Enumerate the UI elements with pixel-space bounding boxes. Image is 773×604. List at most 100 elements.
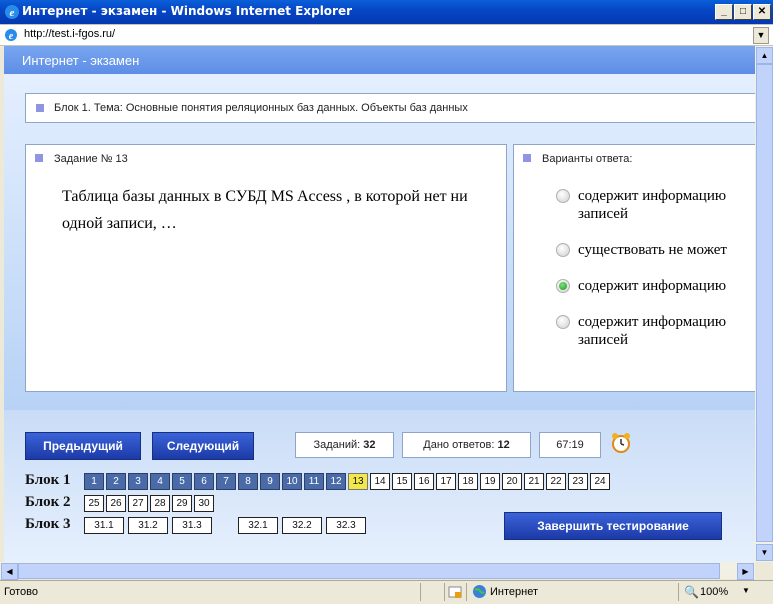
horizontal-scrollbar[interactable]: ◀ ▶	[0, 562, 755, 580]
task-nav-cell[interactable]: 1	[84, 473, 104, 490]
answers-panel: Варианты ответа: содержит информацию запи…	[513, 144, 755, 392]
task-nav-cell[interactable]: 22	[546, 473, 566, 490]
task-nav-cell[interactable]: 31.2	[128, 517, 168, 534]
scroll-up-icon[interactable]: ▲	[756, 47, 773, 64]
block-title-box: Блок 1. Тема: Основные понятия реляционн…	[25, 93, 755, 123]
page-header: Интернет - экзамен	[4, 46, 755, 74]
task-nav-cell[interactable]: 8	[238, 473, 258, 490]
finish-test-button[interactable]: Завершить тестирование	[504, 512, 722, 540]
prev-button[interactable]: Предыдущий	[25, 432, 141, 460]
task-label: Задание № 13	[54, 153, 128, 165]
internet-zone-icon	[473, 585, 486, 598]
task-nav-cell[interactable]: 6	[194, 473, 214, 490]
task-nav-cell[interactable]: 18	[458, 473, 478, 490]
timer: 67:19	[539, 432, 601, 458]
answer-option-2[interactable]: существовать не может	[556, 241, 755, 259]
bullet-icon	[35, 154, 43, 162]
answer-text: содержит информацию	[578, 278, 727, 294]
tasks-count: 32	[363, 439, 376, 451]
task-nav-cell[interactable]: 28	[150, 495, 170, 512]
task-nav-cell[interactable]: 27	[128, 495, 148, 512]
task-nav-cell[interactable]: 9	[260, 473, 280, 490]
page-icon: e	[5, 29, 17, 42]
block2-label: Блок 2	[25, 494, 71, 510]
answer-option-4[interactable]: содержит информацию записей	[556, 313, 755, 349]
radio-button-selected[interactable]	[556, 279, 570, 293]
task-nav-cell[interactable]: 29	[172, 495, 192, 512]
task-nav-cell[interactable]: 32.2	[282, 517, 322, 534]
task-nav-cell[interactable]: 3	[128, 473, 148, 490]
task-nav-cell[interactable]: 16	[414, 473, 434, 490]
task-nav-cell[interactable]: 14	[370, 473, 390, 490]
svg-text:e: e	[9, 31, 14, 42]
answers-count-box: Дано ответов: 12	[402, 432, 531, 458]
zone-label: Интернет	[490, 586, 538, 598]
task-nav-cell[interactable]: 31.1	[84, 517, 124, 534]
status-bar: Готово Интернет 🔍 100% ▼	[0, 580, 773, 604]
task-nav-cell[interactable]: 13	[348, 473, 368, 490]
scroll-down-icon[interactable]: ▼	[756, 544, 773, 561]
address-url[interactable]: http://test.i-fgos.ru/	[24, 28, 115, 40]
task-nav-cell[interactable]: 2	[106, 473, 126, 490]
divider	[466, 583, 467, 601]
radio-button[interactable]	[556, 189, 570, 203]
close-button[interactable]: ✕	[753, 4, 771, 20]
task-nav-cell[interactable]: 15	[392, 473, 412, 490]
minimize-button[interactable]: _	[715, 4, 733, 20]
browser-window: e Интернет - экзамен - Windows Internet …	[0, 0, 773, 604]
scroll-left-icon[interactable]: ◀	[1, 563, 18, 580]
answers-given-label: Дано ответов:	[423, 439, 495, 451]
status-text: Готово	[4, 586, 38, 598]
task-nav-cell[interactable]: 32.3	[326, 517, 366, 534]
task-nav-cell[interactable]: 23	[568, 473, 588, 490]
zoom-level[interactable]: 100%	[700, 586, 728, 598]
task-nav-cell[interactable]: 24	[590, 473, 610, 490]
protected-mode-icon	[448, 586, 462, 598]
address-bar[interactable]: e http://test.i-fgos.ru/ ▼	[0, 24, 773, 46]
zoom-dropdown-icon[interactable]: ▼	[742, 586, 750, 595]
task-nav-cell[interactable]: 19	[480, 473, 500, 490]
radio-button[interactable]	[556, 243, 570, 257]
answer-option-1[interactable]: содержит информацию записей	[556, 187, 755, 223]
block3-label: Блок 3	[25, 516, 71, 532]
scroll-right-icon[interactable]: ▶	[737, 563, 754, 580]
task-nav-cell[interactable]: 4	[150, 473, 170, 490]
task-nav-cell[interactable]: 21	[524, 473, 544, 490]
alarm-clock-icon	[612, 433, 630, 453]
page-title: Интернет - экзамен	[22, 53, 140, 68]
answer-option-3[interactable]: содержит информацию	[556, 277, 755, 295]
task-nav-cell[interactable]: 32.1	[238, 517, 278, 534]
bullet-icon	[523, 154, 531, 162]
divider	[678, 583, 679, 601]
task-nav-cell[interactable]: 17	[436, 473, 456, 490]
task-nav-cell[interactable]: 26	[106, 495, 126, 512]
task-nav-cell[interactable]: 30	[194, 495, 214, 512]
divider	[444, 583, 445, 601]
answers-label: Варианты ответа:	[542, 153, 633, 165]
tasks-count-box: Заданий: 32	[295, 432, 394, 458]
zoom-icon[interactable]: 🔍	[684, 585, 699, 599]
scroll-thumb[interactable]	[756, 64, 773, 542]
task-nav-cell[interactable]: 5	[172, 473, 192, 490]
next-button[interactable]: Следующий	[152, 432, 254, 460]
task-nav-cell[interactable]: 25	[84, 495, 104, 512]
maximize-button[interactable]: □	[734, 4, 752, 20]
task-nav-cell[interactable]: 20	[502, 473, 522, 490]
window-title: Интернет - экзамен - Windows Internet Ex…	[22, 4, 353, 18]
task-nav-cell[interactable]: 7	[216, 473, 236, 490]
task-nav-cell[interactable]: 10	[282, 473, 302, 490]
block-title: Блок 1. Тема: Основные понятия реляционн…	[54, 102, 468, 114]
scroll-thumb[interactable]	[18, 563, 720, 579]
ie-icon: e	[5, 5, 19, 19]
task-nav-cell[interactable]: 31.3	[172, 517, 212, 534]
answer-text: существовать не может	[578, 242, 727, 258]
task-nav-cell[interactable]: 12	[326, 473, 346, 490]
answer-text: содержит информацию записей	[578, 188, 727, 222]
address-dropdown-icon[interactable]: ▼	[753, 27, 769, 44]
vertical-scrollbar[interactable]: ▲ ▼	[755, 46, 773, 562]
radio-button[interactable]	[556, 315, 570, 329]
title-bar: e Интернет - экзамен - Windows Internet …	[0, 0, 773, 24]
task-nav-cell[interactable]: 11	[304, 473, 324, 490]
block1-label: Блок 1	[25, 472, 71, 488]
task-panel: Задание № 13 Таблица базы данных в СУБД …	[25, 144, 507, 392]
